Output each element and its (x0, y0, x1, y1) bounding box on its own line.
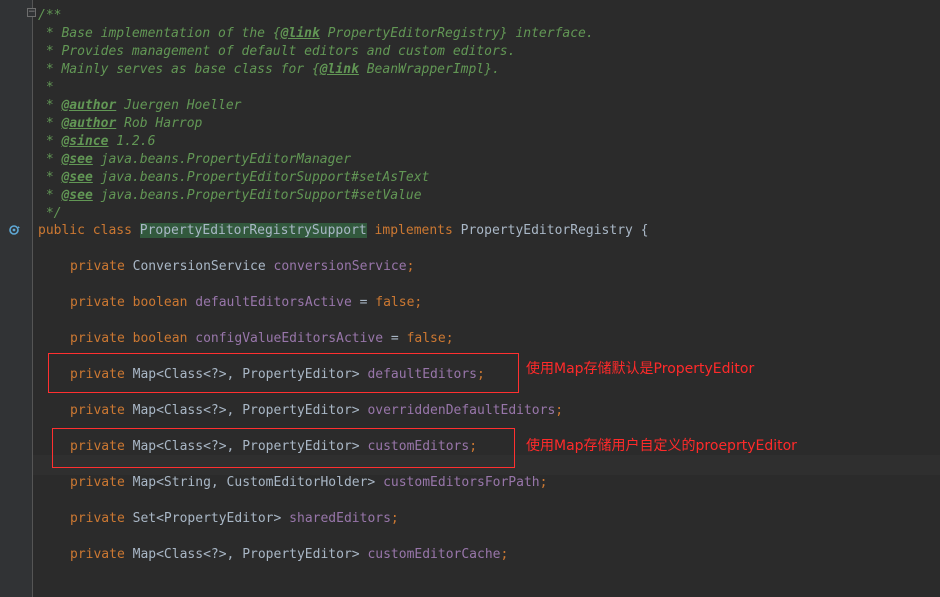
doc-comment-author: * @author Juergen Hoeller (38, 98, 242, 113)
field-declaration: private boolean configValueEditorsActive… (70, 331, 454, 346)
doc-comment-line: * Mainly serves as base class for {@link… (38, 62, 500, 77)
doc-comment-since: * @since 1.2.6 (38, 134, 156, 149)
implements-interface-icon[interactable] (9, 224, 21, 236)
doc-comment-close: */ (38, 206, 62, 221)
annotation-box-default-editors (48, 353, 519, 393)
annotation-note: 使用Map存储默认是PropertyEditor (526, 361, 755, 377)
doc-comment-line: * Base implementation of the {@link Prop… (38, 26, 594, 41)
field-declaration: private Map<Class<?>, PropertyEditor> ov… (70, 403, 564, 418)
code-editor[interactable]: /** * Base implementation of the {@link … (38, 0, 940, 597)
annotation-box-custom-editors (52, 428, 515, 468)
field-declaration: private Map<Class<?>, PropertyEditor> cu… (70, 547, 509, 562)
editor-gutter (0, 0, 33, 597)
doc-comment-see: * @see java.beans.PropertyEditorSupport#… (38, 188, 422, 203)
class-declaration: public class PropertyEditorRegistrySuppo… (38, 223, 649, 238)
field-declaration: private Set<PropertyEditor> sharedEditor… (70, 511, 399, 526)
field-declaration: private ConversionService conversionServ… (70, 259, 415, 274)
doc-comment-line: * (38, 80, 54, 95)
class-name: PropertyEditorRegistrySupport (139, 223, 367, 238)
doc-comment-see: * @see java.beans.PropertyEditorManager (38, 152, 352, 167)
doc-comment-open: /** (38, 8, 62, 23)
fold-minus-icon[interactable]: − (27, 8, 36, 17)
annotation-note: 使用Map存储用户自定义的proeprtyEditor (526, 438, 797, 454)
field-declaration: private boolean defaultEditorsActive = f… (70, 295, 423, 310)
doc-comment-see: * @see java.beans.PropertyEditorSupport#… (38, 170, 430, 185)
doc-comment-line: * Provides management of default editors… (38, 44, 516, 59)
doc-comment-author: * @author Rob Harrop (38, 116, 203, 131)
field-declaration: private Map<String, CustomEditorHolder> … (70, 475, 548, 490)
